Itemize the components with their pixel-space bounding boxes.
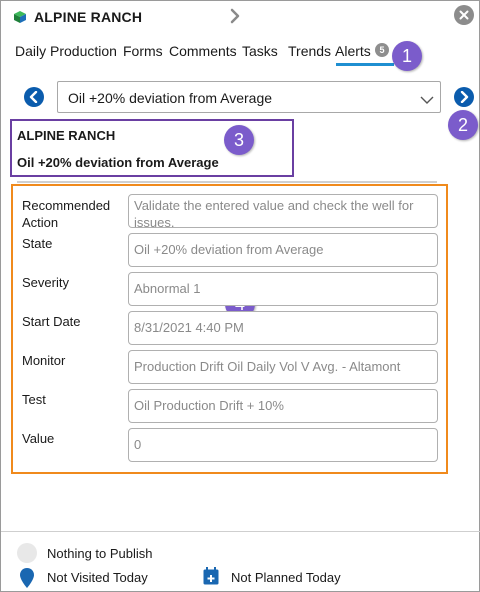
map-pin-icon (20, 568, 34, 592)
previous-alert-button[interactable] (24, 87, 44, 107)
tab-alerts[interactable]: Alerts (335, 43, 371, 59)
publish-status: Nothing to Publish (47, 546, 153, 561)
severity-value: Abnormal 1 (134, 281, 201, 296)
visit-status: Not Visited Today (47, 570, 148, 585)
state-field[interactable]: Oil +20% deviation from Average (128, 233, 438, 267)
state-label: State (22, 236, 53, 251)
test-value: Oil Production Drift + 10% (134, 398, 284, 413)
value-value: 0 (134, 437, 142, 452)
footer-divider (1, 531, 480, 532)
selected-alert: Oil +20% deviation from Average (68, 90, 273, 106)
chevron-down-icon (420, 92, 434, 110)
plan-status: Not Planned Today (231, 570, 341, 585)
test-label: Test (22, 392, 46, 407)
callout-1: 1 (392, 41, 422, 71)
app-window: ALPINE RANCH Daily Production Forms Comm… (0, 0, 480, 592)
severity-field[interactable]: Abnormal 1 (128, 272, 438, 306)
start-date-field[interactable]: 8/31/2021 4:40 PM (128, 311, 438, 345)
recommended-action-field[interactable]: Validate the entered value and check the… (128, 194, 438, 230)
header: ALPINE RANCH (1, 1, 480, 33)
app-title: ALPINE RANCH (34, 9, 143, 25)
state-value: Oil +20% deviation from Average (134, 242, 324, 257)
value-field[interactable]: 0 (128, 428, 438, 462)
severity-label: Severity (22, 275, 69, 290)
next-alert-button[interactable] (454, 87, 474, 107)
test-field[interactable]: Oil Production Drift + 10% (128, 389, 438, 423)
stack-logo-icon (13, 10, 27, 24)
calendar-add-icon (203, 567, 219, 590)
tab-forms[interactable]: Forms (123, 43, 163, 59)
monitor-label: Monitor (22, 353, 66, 368)
publish-status-icon (17, 543, 37, 563)
tab-daily-production[interactable]: Daily Production (15, 43, 117, 59)
tab-comments[interactable]: Comments (169, 43, 237, 59)
recommended-action-value: Validate the entered value and check the… (134, 198, 414, 230)
start-date-label: Start Date (22, 314, 81, 329)
start-date-value: 8/31/2021 4:40 PM (134, 320, 244, 335)
value-label: Value (22, 431, 55, 446)
tab-tasks[interactable]: Tasks (242, 43, 278, 59)
monitor-field[interactable]: Production Drift Oil Daily Vol V Avg. - … (128, 350, 438, 384)
alerts-count-badge: 5 (375, 43, 389, 57)
chevron-right-icon[interactable] (227, 8, 243, 24)
close-button[interactable] (454, 5, 474, 25)
tab-trends[interactable]: Trends (288, 43, 331, 59)
alert-selector-dropdown[interactable]: Oil +20% deviation from Average (57, 81, 441, 113)
alert-location: ALPINE RANCH (17, 128, 116, 143)
monitor-value: Production Drift Oil Daily Vol V Avg. - … (134, 359, 401, 374)
divider (17, 181, 437, 183)
recommended-action-label: Recommended Action (22, 198, 111, 230)
callout-2: 2 (448, 110, 478, 140)
alert-name: Oil +20% deviation from Average (17, 155, 219, 170)
active-tab-indicator (336, 63, 394, 66)
